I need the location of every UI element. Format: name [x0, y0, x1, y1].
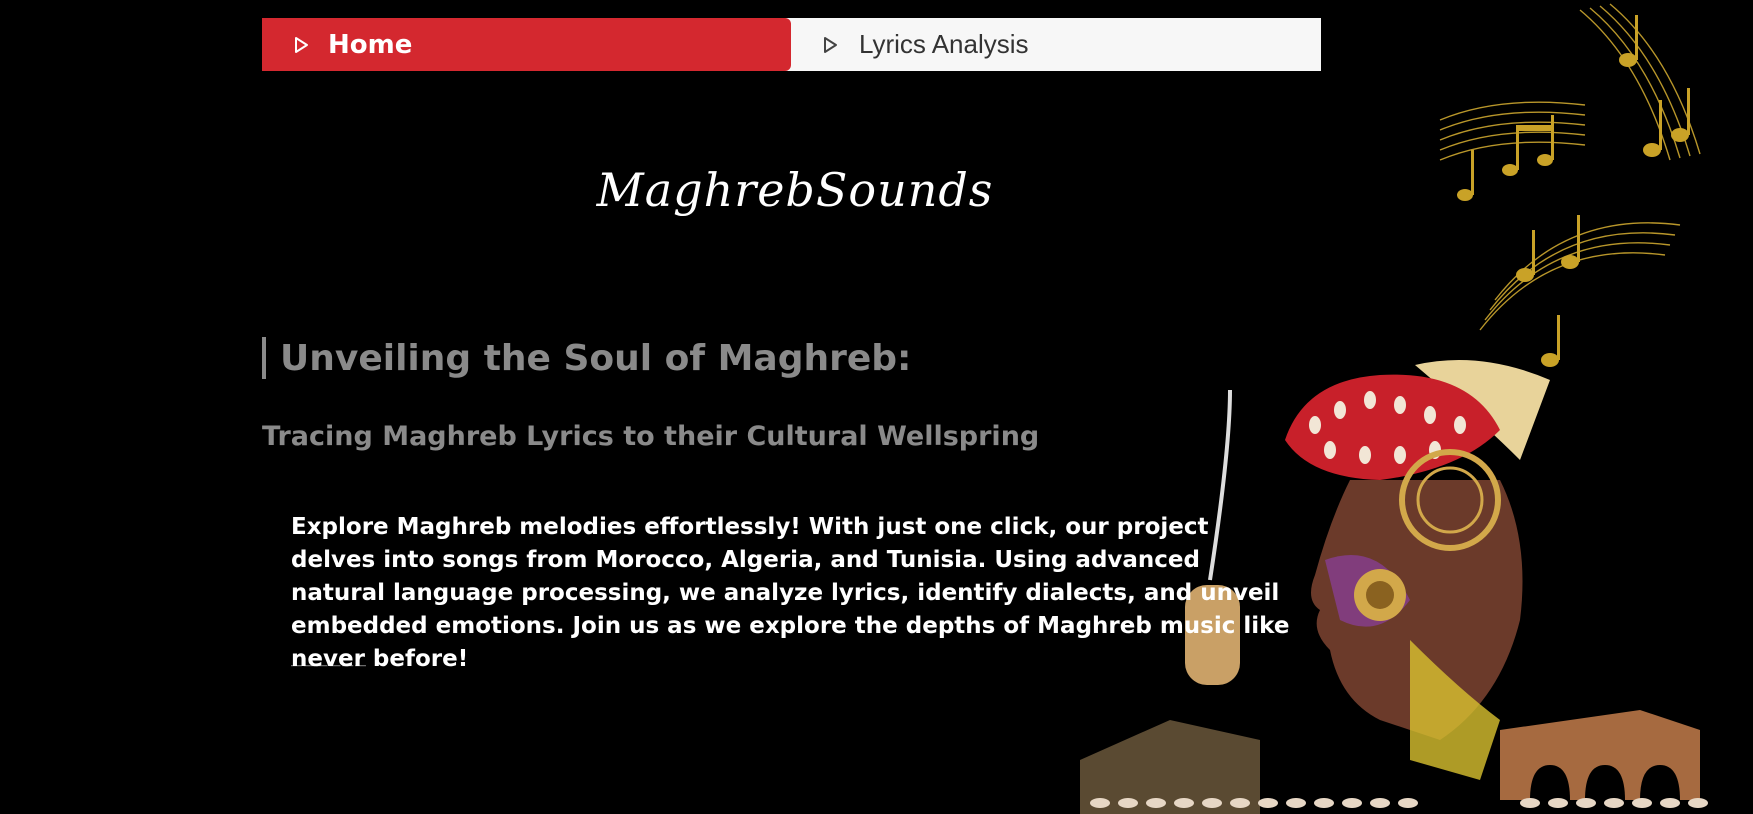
nav-home-button[interactable]: Home: [262, 18, 791, 71]
play-triangle-icon: [292, 36, 310, 54]
hero-headline-text: Unveiling the Soul of Maghreb:: [280, 337, 912, 379]
music-note-icon: [1457, 15, 1690, 367]
hero-subheadline: Tracing Maghreb Lyrics to their Cultural…: [262, 421, 1040, 452]
headline-accent-bar: [262, 337, 266, 379]
music-staff-icon: [1439, 3, 1701, 331]
intro-paragraph: Explore Maghreb melodies effortlessly! W…: [291, 514, 1290, 672]
cowrie-shell-border-icon: [1090, 798, 1708, 808]
maghreb-musician-illustration: [1080, 3, 1708, 814]
nav-home-label: Home: [328, 29, 413, 60]
nav-lyrics-analysis-label: Lyrics Analysis: [859, 29, 1029, 59]
hero-headline: Unveiling the Soul of Maghreb:: [262, 337, 911, 379]
play-triangle-icon: [821, 36, 839, 54]
